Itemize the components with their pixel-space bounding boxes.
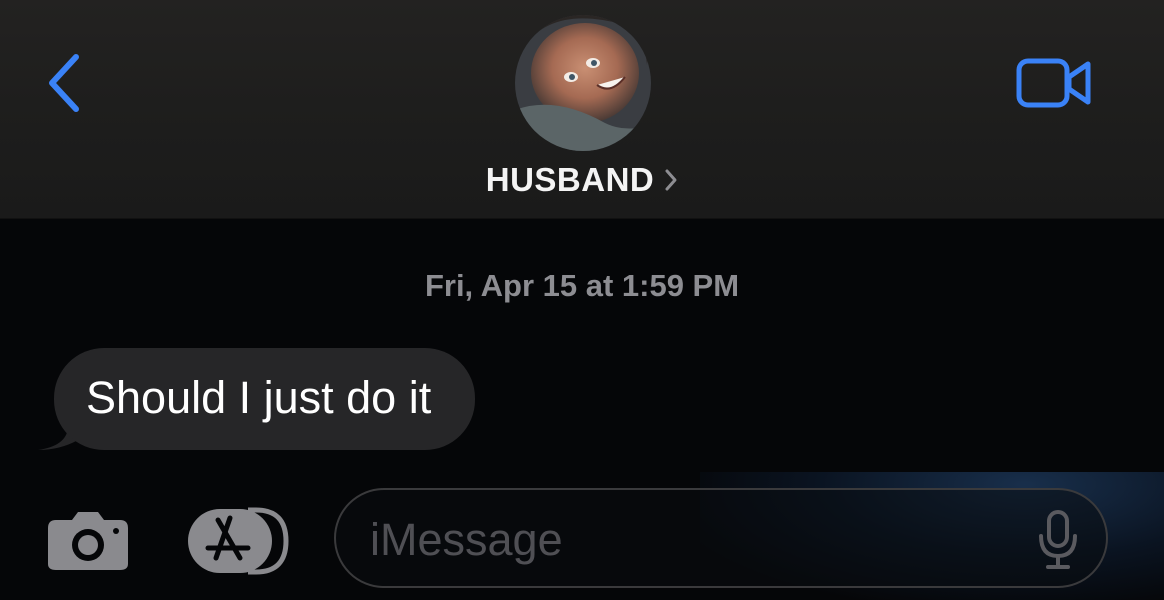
incoming-message-bubble[interactable]: Should I just do it [54, 348, 476, 450]
dictation-button[interactable] [1032, 510, 1084, 570]
back-button[interactable] [36, 48, 92, 118]
camera-icon [48, 512, 128, 570]
app-store-icon [188, 507, 289, 575]
input-placeholder: iMessage [370, 514, 563, 565]
message-timestamp: Fri, Apr 15 at 1:59 PM [424, 268, 740, 303]
conversation-header: HUSBAND [0, 0, 1164, 219]
contact-name: HUSBAND [485, 161, 655, 198]
app-store-button[interactable] [186, 506, 290, 576]
video-camera-icon [1016, 58, 1091, 108]
message-row: Should I just do it [38, 348, 476, 450]
avatar-photo [515, 15, 651, 151]
facetime-video-button[interactable] [1012, 52, 1096, 114]
chevron-right-icon [665, 169, 677, 191]
microphone-icon [1039, 510, 1077, 569]
chevron-left-icon [49, 54, 79, 112]
imessage-input[interactable]: iMessage [334, 488, 1108, 588]
contact-avatar[interactable] [515, 15, 651, 151]
contact-name-row[interactable]: HUSBAND [0, 158, 1164, 202]
camera-button[interactable] [44, 508, 132, 574]
